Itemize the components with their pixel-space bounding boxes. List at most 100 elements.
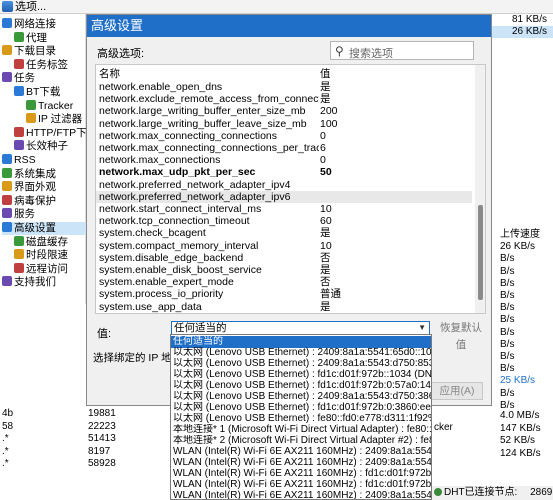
peer-cell: .* <box>2 445 9 457</box>
search-icon: ⚲ <box>335 44 344 58</box>
reset-default-button[interactable]: 恢复默认值 <box>435 320 487 351</box>
sidebar-item[interactable]: 代理 <box>14 31 47 45</box>
table-row[interactable]: system.compact_memory_interval 10 <box>96 240 472 252</box>
scrollbar-thumb[interactable] <box>478 205 483 300</box>
dropdown-option[interactable]: 以太网 (Lenovo USB Ethernet) : 2409:8a1a:55… <box>171 391 431 403</box>
column-header-name[interactable]: 名称 <box>99 68 319 80</box>
table-row[interactable]: network.start_connect_interval_ms 10 <box>96 203 472 215</box>
sidebar-item[interactable]: 任务标签 <box>14 58 68 72</box>
task-icon <box>2 72 12 83</box>
option-value: 否 <box>320 276 331 289</box>
dropdown-option[interactable]: 以太网 (Lenovo USB Ethernet) : 2409:8a1a:55… <box>171 347 431 359</box>
sidebar-item[interactable]: 磁盘缓存 <box>14 235 68 249</box>
dropdown-option[interactable]: 以太网 (Lenovo USB Ethernet) : fd1c:d01f:97… <box>171 402 431 414</box>
dropdown-option[interactable]: WLAN (Intel(R) Wi-Fi 6E AX211 160MHz) : … <box>171 446 431 458</box>
sidebar-item-label: 系统集成 <box>14 167 56 180</box>
dropdown-option[interactable]: 以太网 (Lenovo USB Ethernet) : fe80::fd0:e7… <box>171 413 431 425</box>
tag-icon <box>14 58 24 69</box>
sidebar-item[interactable]: 支持我们 <box>2 276 56 289</box>
dropdown-option[interactable]: 以太网 (Lenovo USB Ethernet) : fd1c:d01f:97… <box>171 380 431 392</box>
sidebar-item[interactable]: 界面外观 <box>2 181 56 194</box>
sidebar-item[interactable]: 高级设置 <box>2 222 86 235</box>
table-row[interactable]: network.large_writing_buffer_enter_size_… <box>96 105 472 117</box>
table-row[interactable]: network.max_connecting_connections_per_t… <box>96 142 472 154</box>
table-row[interactable]: system.enable_disk_boost_service 是 <box>96 264 472 276</box>
sidebar-item[interactable]: 长效种子 <box>14 140 68 153</box>
dropdown-option[interactable]: WLAN (Intel(R) Wi-Fi 6E AX211 160MHz) : … <box>171 457 431 469</box>
advanced-options-label: 高级选项: <box>97 48 145 60</box>
adapter-select[interactable]: 任何适当的 ▼ <box>171 321 430 335</box>
sidebar-item[interactable]: 远程访问 <box>14 262 68 276</box>
table-row[interactable]: network.tcp_connection_timeout 60 <box>96 215 472 227</box>
dropdown-option[interactable]: 本地连接* 1 (Microsoft Wi-Fi Direct Virtual … <box>171 424 431 436</box>
sidebar-item[interactable]: 下载目录 <box>2 45 56 58</box>
option-name: network.start_connect_interval_ms <box>99 203 262 215</box>
option-name: network.preferred_network_adapter_ipv6 <box>99 190 291 203</box>
table-row[interactable]: network.large_writing_buffer_leave_size_… <box>96 118 472 130</box>
sidebar-item[interactable]: RSS <box>2 154 36 167</box>
table-row[interactable]: network.max_connections 0 <box>96 154 472 166</box>
sidebar-item[interactable]: 时段限速 <box>14 249 68 262</box>
sidebar-item[interactable]: BT下载 <box>14 86 60 99</box>
sidebar-item-label: 远程访问 <box>26 262 68 275</box>
option-value: 是 <box>320 81 331 93</box>
panel-title: 高级设置 <box>87 15 491 37</box>
table-row[interactable]: network.preferred_network_adapter_ipv6 <box>96 190 472 203</box>
schedule-icon <box>14 249 24 260</box>
sidebar-item-label: 网络连接 <box>14 18 56 30</box>
table-row[interactable]: system.process_io_priority 普通 <box>96 288 472 300</box>
option-value: 0 <box>320 129 326 142</box>
dropdown-option[interactable]: WLAN (Intel(R) Wi-Fi 6E AX211 160MHz) : … <box>171 468 431 480</box>
heart-icon <box>2 276 12 287</box>
search-input[interactable]: ⚲ 搜索选项 <box>330 41 474 60</box>
http-icon <box>14 126 24 137</box>
background-upload-column: 上传速度 26 KB/s B/s B/s B/s B/s B/s B/s B/s B/s B/s B/… <box>492 225 553 420</box>
table-row[interactable]: network.exclude_remote_access_from_conne… <box>96 93 472 105</box>
dropdown-option[interactable]: 任何适当的 <box>171 336 431 348</box>
options-table: 名称 值 network.enable_open_dns 是 network.exc… <box>95 64 486 314</box>
upload-speed-cell: B/s <box>500 277 515 289</box>
peer-cell: .* <box>2 433 9 444</box>
upload-speed-cell: B/s <box>500 351 515 362</box>
table-row[interactable]: network.preferred_network_adapter_ipv4 <box>96 179 472 191</box>
sidebar-item[interactable]: HTTP/FTP下载 <box>14 126 97 140</box>
sidebar-item-label: 高级设置 <box>14 222 56 234</box>
dropdown-option[interactable]: 以太网 (Lenovo USB Ethernet) : fd1c:d01f:97… <box>171 369 431 381</box>
column-header-value[interactable]: 值 <box>320 68 331 80</box>
sidebar-item-label: 下载目录 <box>14 45 56 58</box>
option-name: network.max_connecting_connections <box>99 129 278 142</box>
peer-cell: 58 <box>2 420 14 432</box>
sidebar-item[interactable]: 服务 <box>2 208 35 221</box>
sidebar-item-label: 服务 <box>14 208 35 221</box>
table-row[interactable]: network.max_udp_pkt_per_sec 50 <box>96 166 472 178</box>
sidebar-item-label: 病毒保护 <box>14 194 56 207</box>
option-name: system.compact_memory_interval <box>99 239 259 252</box>
apply-button[interactable]: 应用(A) <box>431 382 483 400</box>
dropdown-option[interactable]: 以太网 (Lenovo USB Ethernet) : 2409:8a1a:55… <box>171 358 431 370</box>
table-row[interactable]: system.check_bcagent 是 <box>96 227 472 239</box>
table-row[interactable]: system.disable_edge_backend 否 <box>96 252 472 264</box>
upload-speed-cell: B/s <box>500 363 515 375</box>
option-name: system.check_bcagent <box>99 227 206 240</box>
dht-label: DHT已连接节点: <box>444 487 518 498</box>
upload-speed-cell: B/s <box>500 290 515 301</box>
dropdown-option[interactable]: WLAN (Intel(R) Wi-Fi 6E AX211 160MHz) : … <box>171 490 431 499</box>
sidebar-item[interactable]: 任务 <box>2 72 35 85</box>
option-value: 是 <box>320 300 331 313</box>
ip-filter-icon <box>26 113 36 124</box>
upload-speed-cell: B/s <box>500 387 515 399</box>
sidebar-item[interactable]: IP 过滤器 <box>26 113 82 126</box>
dropdown-option[interactable]: 本地连接* 2 (Microsoft Wi-Fi Direct Virtual … <box>171 435 431 447</box>
table-row[interactable]: network.enable_open_dns 是 <box>96 81 472 93</box>
option-name: network.enable_open_dns <box>99 81 223 93</box>
sidebar-item[interactable]: Tracker <box>26 99 73 113</box>
sidebar-item[interactable]: 系统集成 <box>2 167 56 181</box>
table-row[interactable]: system.use_app_data 是 <box>96 301 472 313</box>
client-cell: cker <box>434 422 453 433</box>
sidebar-item[interactable]: 病毒保护 <box>2 194 56 208</box>
sidebar-item[interactable]: 网络连接 <box>2 18 56 31</box>
dropdown-option[interactable]: WLAN (Intel(R) Wi-Fi 6E AX211 160MHz) : … <box>171 479 431 491</box>
table-row[interactable]: system.enable_expert_mode 否 <box>96 276 472 288</box>
table-row[interactable]: network.max_connecting_connections 0 <box>96 130 472 142</box>
table-scrollbar[interactable] <box>475 65 485 313</box>
